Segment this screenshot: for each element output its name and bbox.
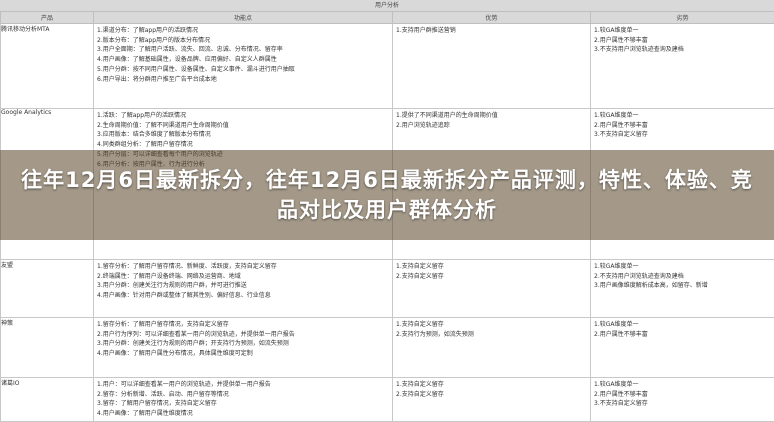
product-name: 诸葛IO bbox=[1, 378, 94, 422]
feature-line: 5.用户分群：按不同用户属性、设备属性、自定义事件、漏斗进行用户抽取 bbox=[97, 65, 389, 75]
table-row: 诸葛IO1.用户：可以详细查看某一用户的浏览轨迹，并提供单一用户报告2.留存：分… bbox=[1, 378, 774, 422]
feature-line: 1.留存分析：了解用户留存情况，支持自定义留存 bbox=[97, 320, 389, 330]
feature-line: 2.终端属性：了解用户设备终端、网络及运营商、地域 bbox=[97, 272, 389, 282]
feature-line: 3.应用版本：结合多维度了解版本分布情况 bbox=[97, 130, 389, 140]
feature-line: 1.用户：可以详细查看某一用户的浏览轨迹，并提供单一用户报告 bbox=[97, 380, 389, 390]
cons-line: 2.用户属性不够丰富 bbox=[594, 36, 771, 46]
pros-line: 1.支持自定义留存 bbox=[396, 380, 587, 390]
cons-line: 1.较GA维度单一 bbox=[594, 26, 771, 36]
feature-line: 4.同类群组分析：了解用户留存情况 bbox=[97, 140, 389, 150]
cons-line: 1.较GA维度单一 bbox=[594, 320, 771, 330]
title-overlay: 往年12月6日最新拆分，往年12月6日最新拆分产品评测，特性、体验、竞品对比及用… bbox=[0, 150, 774, 240]
feature-line: 4.用户画像：了解基础属性，设备品牌、应用偏好、自定义人群属性 bbox=[97, 55, 389, 65]
pros-line: 2.支持自定义留存 bbox=[396, 390, 587, 400]
pros-cell: 1.支持用户群推送营销 bbox=[393, 24, 591, 109]
feature-line: 2.生命周期价值：了解不同渠道用户生命周期价值 bbox=[97, 121, 389, 131]
pros-line: 2.支持行为预测，如流失预测 bbox=[396, 330, 587, 340]
header-product: 产品 bbox=[1, 12, 94, 24]
feature-cell: 1.渠道分布：了解app用户的活跃情况2.版本分布：了解app用户的版本分布情况… bbox=[94, 24, 393, 109]
feature-line: 4.用户画像：针对用户群或整体了解其性别、偏好信息、行业信息 bbox=[97, 291, 389, 301]
pros-line: 2.用户浏览轨迹追踪 bbox=[396, 121, 587, 131]
cons-line: 3.不支持自定义留存 bbox=[594, 130, 771, 140]
feature-line: 3.用户全面期：了解用户活跃、流失、回流、忠诚、分布情况、留存率 bbox=[97, 45, 389, 55]
feature-line: 3.留存：了解用户留存情况，支持自定义留存 bbox=[97, 399, 389, 409]
feature-line: 3.用户分群：创建关注行为规则的用户群；开支持行为预测，如流失预测 bbox=[97, 339, 389, 349]
cons-line: 2.用户属性不够丰富 bbox=[594, 330, 771, 340]
product-name: 友盟 bbox=[1, 260, 94, 318]
cons-line: 3.不支持用户浏览轨迹查询及建档 bbox=[594, 45, 771, 55]
pros-line: 1.提供了不同渠道用户的生命周期价值 bbox=[396, 111, 587, 121]
product-name: 神策 bbox=[1, 318, 94, 378]
header-features: 功能点 bbox=[94, 12, 393, 24]
pros-cell: 1.支持自定义留存2.支持行为预测，如流失预测 bbox=[393, 318, 591, 378]
article-title: 往年12月6日最新拆分，往年12月6日最新拆分产品评测，特性、体验、竞品对比及用… bbox=[17, 165, 757, 225]
feature-line: 3.用户分群：创建关注行为规则的用户群，并可进行推送 bbox=[97, 281, 389, 291]
feature-line: 1.活跃：了解app用户的活跃情况 bbox=[97, 111, 389, 121]
pros-line: 1.支持自定义留存 bbox=[396, 320, 587, 330]
cons-cell: 1.较GA维度单一2.用户属性不够丰富 bbox=[591, 318, 774, 378]
cons-line: 1.较GA维度单一 bbox=[594, 262, 771, 272]
feature-line: 1.渠道分布：了解app用户的活跃情况 bbox=[97, 26, 389, 36]
feature-cell: 1.用户：可以详细查看某一用户的浏览轨迹，并提供单一用户报告2.留存：分析新增、… bbox=[94, 378, 393, 422]
feature-cell: 1.留存分析：了解用户留存情况，支持自定义留存2.用户行为序列：可以详细查看某一… bbox=[94, 318, 393, 378]
cons-line: 2.用户属性不够丰富 bbox=[594, 390, 771, 400]
pros-line: 2.支持自定义留存 bbox=[396, 272, 587, 282]
cons-line: 1.较GA维度单一 bbox=[594, 380, 771, 390]
pros-cell: 1.支持自定义留存2.支持自定义留存 bbox=[393, 378, 591, 422]
header-row: 产品 功能点 优势 劣势 bbox=[1, 12, 774, 24]
cons-cell: 1.较GA维度单一2.用户属性不够丰富3.不支持自定义留存 bbox=[591, 378, 774, 422]
pros-line: 1.支持自定义留存 bbox=[396, 262, 587, 272]
feature-cell: 1.留存分析：了解用户留存情况、新鲜度、活跃度，支持自定义留存2.终端属性：了解… bbox=[94, 260, 393, 318]
feature-line: 4.用户画像：了解用户属性分布情况，具体属性维度可定制 bbox=[97, 349, 389, 359]
cons-cell: 1.较GA维度单一2.用户属性不够丰富3.不支持用户浏览轨迹查询及建档 bbox=[591, 24, 774, 109]
table-row: 腾讯移动分析MTA1.渠道分布：了解app用户的活跃情况2.版本分布：了解app… bbox=[1, 24, 774, 109]
header-cons: 劣势 bbox=[591, 12, 774, 24]
cons-line: 3.不支持自定义留存 bbox=[594, 399, 771, 409]
pros-line: 1.支持用户群推送营销 bbox=[396, 26, 587, 36]
product-name: 腾讯移动分析MTA bbox=[1, 24, 94, 109]
pros-cell: 1.支持自定义留存2.支持自定义留存 bbox=[393, 260, 591, 318]
cons-cell: 1.较GA维度单一2.不支持用户浏览轨迹查询及建档3.用户画像维度解析成本高，如… bbox=[591, 260, 774, 318]
header-pros: 优势 bbox=[393, 12, 591, 24]
feature-line: 4.用户画像：了解用户属性维度情况 bbox=[97, 409, 389, 419]
cons-line: 1.较GA维度单一 bbox=[594, 111, 771, 121]
feature-line: 2.留存：分析新增、活跃、启动、用户留存等情况 bbox=[97, 390, 389, 400]
feature-line: 2.用户行为序列：可以详细查看某一用户的浏览轨迹，并提供单一用户报告 bbox=[97, 330, 389, 340]
document-screenshot: 用户分析 产品 功能点 优势 劣势 腾讯移动分析MTA1.渠道分布：了解app用… bbox=[0, 0, 774, 400]
cons-line: 2.不支持用户浏览轨迹查询及建档 bbox=[594, 272, 771, 282]
feature-line: 6.用户导出：将分群用户推至广告平台成本地 bbox=[97, 75, 389, 85]
cons-line: 3.用户画像维度解析成本高，如留存、新增 bbox=[594, 281, 771, 291]
table-row: 神策1.留存分析：了解用户留存情况，支持自定义留存2.用户行为序列：可以详细查看… bbox=[1, 318, 774, 378]
table-row: 友盟1.留存分析：了解用户留存情况、新鲜度、活跃度，支持自定义留存2.终端属性：… bbox=[1, 260, 774, 318]
feature-line: 1.留存分析：了解用户留存情况、新鲜度、活跃度，支持自定义留存 bbox=[97, 262, 389, 272]
cons-line: 2.用户属性不够丰富 bbox=[594, 121, 771, 131]
feature-line: 2.版本分布：了解app用户的版本分布情况 bbox=[97, 36, 389, 46]
